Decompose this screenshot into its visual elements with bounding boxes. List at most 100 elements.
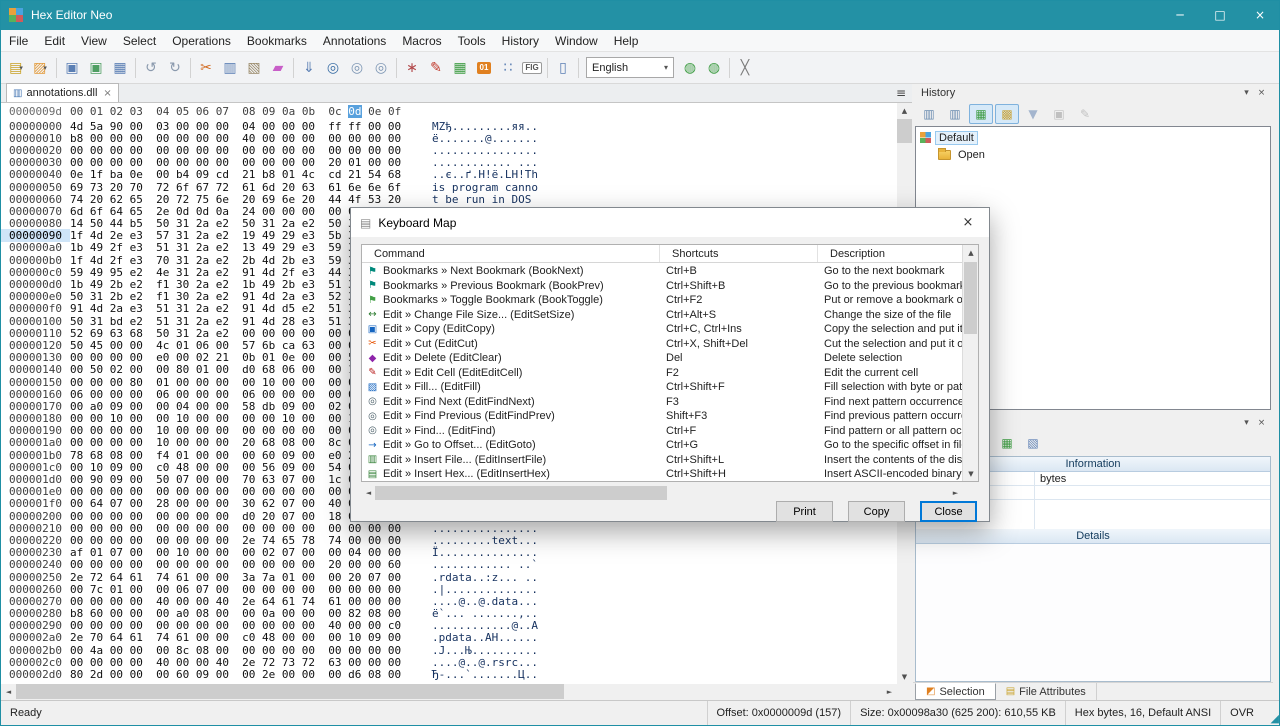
menu-macros[interactable]: Macros [394, 30, 449, 52]
address-label[interactable]: 000000d0 [1, 278, 70, 291]
history-operations-view-icon[interactable]: ▦ [969, 104, 993, 124]
menu-operations[interactable]: Operations [164, 30, 239, 52]
hex-bytes[interactable]: b8 00 00 00 00 00 00 00 40 00 00 00 00 0… [70, 132, 401, 145]
tab-list-icon[interactable]: ≡ [890, 86, 912, 100]
hex-row[interactable]: 0000006074 20 62 65 20 72 75 6e 20 69 6e… [1, 193, 897, 205]
tab-file-attributes[interactable]: ▤File Attributes [996, 683, 1097, 700]
ascii-text[interactable]: ё`... .......‚.. [432, 607, 538, 620]
options-tools-button[interactable]: ╳ [733, 55, 757, 80]
vertical-scroll-thumb[interactable] [897, 119, 912, 143]
hex-row[interactable]: 000000004d 5a 90 00 03 00 00 00 04 00 00… [1, 120, 897, 132]
address-label[interactable]: 00000020 [1, 144, 70, 157]
ascii-text[interactable]: ................ [432, 522, 538, 535]
keymap-row[interactable]: ◆Edit » Delete (EditClear)DelDelete sele… [362, 351, 962, 366]
check-updates-button[interactable]: ◍ [702, 55, 726, 80]
structure-viewer-button[interactable]: ▦ [448, 55, 472, 80]
hex-row[interactable]: 0000026000 7c 01 00 00 06 07 00 00 00 00… [1, 583, 897, 595]
ascii-text[interactable]: ................ [432, 144, 538, 157]
address-label[interactable]: 00000030 [1, 156, 70, 169]
find-next-button[interactable]: ◎ [345, 55, 369, 80]
address-label[interactable]: 00000120 [1, 339, 70, 352]
address-label[interactable]: 000002c0 [1, 656, 70, 669]
hex-bytes[interactable]: 00 00 00 00 00 00 00 00 2e 74 65 78 74 0… [70, 534, 401, 547]
undo-button[interactable]: ↺ [139, 55, 163, 80]
copy-button[interactable]: Copy [848, 501, 905, 522]
find-previous-button[interactable]: ◎ [369, 55, 393, 80]
hex-row[interactable]: 000002a02e 70 64 61 74 61 00 00 c0 48 00… [1, 632, 897, 644]
ascii-text[interactable]: .|.............. [432, 583, 538, 596]
address-label[interactable]: 000002b0 [1, 644, 70, 657]
hex-horizontal-scrollbar[interactable]: ◄ ► [1, 684, 897, 699]
save-button[interactable]: ▣ [60, 55, 84, 80]
maximize-button[interactable]: □ [1200, 0, 1240, 30]
ascii-text[interactable]: MZђ.........яя.. [432, 120, 538, 133]
scroll-up-icon[interactable]: ▲ [897, 103, 912, 118]
menu-view[interactable]: View [73, 30, 115, 52]
hex-row[interactable]: 00000280b8 60 00 00 00 a0 08 00 00 0a 00… [1, 608, 897, 620]
hex-bytes[interactable]: 0e 1f ba 0e 00 b4 09 cd 21 b8 01 4c cd 2… [70, 168, 401, 181]
menu-bookmarks[interactable]: Bookmarks [239, 30, 315, 52]
keymap-row[interactable]: ▥Edit » Insert File... (EditInsertFile)C… [362, 453, 962, 468]
keymap-row[interactable]: ◎Edit » Find... (EditFind)Ctrl+FFind pat… [362, 424, 962, 439]
pattern-button[interactable]: ∷ [496, 55, 520, 80]
scroll-down-icon[interactable]: ▼ [963, 466, 979, 481]
history-filter-icon[interactable]: ▼ [1021, 104, 1045, 124]
menu-help[interactable]: Help [606, 30, 647, 52]
add-view-icon[interactable]: ▦ [995, 433, 1019, 453]
keymap-row[interactable]: ⚑Bookmarks » Toggle Bookmark (BookToggle… [362, 293, 962, 308]
hex-bytes[interactable]: 80 2d 00 00 00 60 09 00 00 2e 00 00 00 d… [70, 668, 401, 681]
ascii-text[interactable]: is program canno [432, 181, 538, 194]
hex-row[interactable]: 000000400e 1f ba 0e 00 b4 09 cd 21 b8 01… [1, 169, 897, 181]
address-label[interactable]: 00000240 [1, 558, 70, 571]
address-label[interactable]: 00000220 [1, 534, 70, 547]
hex-bytes[interactable]: 69 73 20 70 72 6f 67 72 61 6d 20 63 61 6… [70, 181, 401, 194]
keymap-row[interactable]: ⚑Bookmarks » Next Bookmark (BookNext)Ctr… [362, 264, 962, 279]
address-label[interactable]: 00000270 [1, 595, 70, 608]
open-file-button[interactable]: ▨▾ [29, 55, 53, 80]
menu-annotations[interactable]: Annotations [315, 30, 394, 52]
hex-row[interactable]: 0000003000 00 00 00 00 00 00 00 00 00 00… [1, 157, 897, 169]
hex-row[interactable]: 0000005069 73 20 70 72 6f 67 72 61 6d 20… [1, 181, 897, 193]
export-button[interactable]: ⇓ [297, 55, 321, 80]
address-label[interactable]: 000001c0 [1, 461, 70, 474]
keymap-row[interactable]: ◎Edit » Find Next (EditFindNext)F3Find n… [362, 395, 962, 410]
keymap-row[interactable]: ✂Edit » Cut (EditCut)Ctrl+X, Shift+DelCu… [362, 337, 962, 352]
ascii-text[interactable]: t be run in DOS [432, 193, 538, 206]
address-label[interactable]: 000000b0 [1, 254, 70, 267]
history-clear-icon[interactable]: ▣ [1047, 104, 1071, 124]
address-label[interactable]: 00000200 [1, 510, 70, 523]
dialog-horizontal-scrollbar[interactable]: ◄ ► [361, 486, 963, 500]
address-label[interactable]: 00000040 [1, 168, 70, 181]
tab-selection[interactable]: ◩Selection [915, 683, 996, 700]
menu-select[interactable]: Select [115, 30, 164, 52]
address-label[interactable]: 000000a0 [1, 241, 70, 254]
address-label[interactable]: 000001d0 [1, 473, 70, 486]
hex-bytes[interactable]: 00 00 00 00 00 00 00 00 00 00 00 00 00 0… [70, 522, 401, 535]
address-label[interactable]: 00000070 [1, 205, 70, 218]
hex-bytes[interactable]: 00 00 00 00 40 00 00 40 2e 72 73 72 63 0… [70, 656, 401, 669]
address-label[interactable]: 000001a0 [1, 436, 70, 449]
hex-row[interactable]: 00000010b8 00 00 00 00 00 00 00 40 00 00… [1, 132, 897, 144]
address-label[interactable]: 00000230 [1, 546, 70, 559]
column-header-shortcuts[interactable]: Shortcuts [660, 245, 818, 262]
dialog-vertical-scrollbar[interactable]: ▲ ▼ [962, 245, 978, 481]
address-label[interactable]: 00000060 [1, 193, 70, 206]
pin-icon[interactable]: ▾ [1239, 86, 1254, 100]
hex-bytes[interactable]: af 01 07 00 00 10 00 00 00 02 07 00 00 0… [70, 546, 401, 559]
keymap-row[interactable]: ↔Edit » Change File Size... (EditSetSize… [362, 308, 962, 323]
hex-bytes[interactable]: 00 00 00 00 00 00 00 00 00 00 00 00 40 0… [70, 619, 401, 632]
edit-view-icon[interactable]: ▧ [1021, 433, 1045, 453]
hex-bytes[interactable]: b8 60 00 00 00 a0 08 00 00 0a 00 00 00 8… [70, 607, 401, 620]
tree-item-open[interactable]: Open [918, 146, 1268, 163]
scroll-down-icon[interactable]: ▼ [897, 669, 912, 684]
history-branches-view-icon[interactable]: ▩ [995, 104, 1019, 124]
keymap-row[interactable]: ⚑Bookmarks » Previous Bookmark (BookPrev… [362, 279, 962, 294]
address-label[interactable]: 00000150 [1, 376, 70, 389]
ascii-text[interactable]: Ї............... [432, 546, 538, 559]
pin-icon[interactable]: ▾ [1239, 416, 1254, 430]
address-label[interactable]: 000001e0 [1, 485, 70, 498]
minimize-button[interactable]: ─ [1160, 0, 1200, 30]
address-label[interactable]: 00000180 [1, 412, 70, 425]
hex-row[interactable]: 000002502e 72 64 61 74 61 00 00 3a 7a 01… [1, 571, 897, 583]
ascii-text[interactable]: .pdata..АH...... [432, 631, 538, 644]
